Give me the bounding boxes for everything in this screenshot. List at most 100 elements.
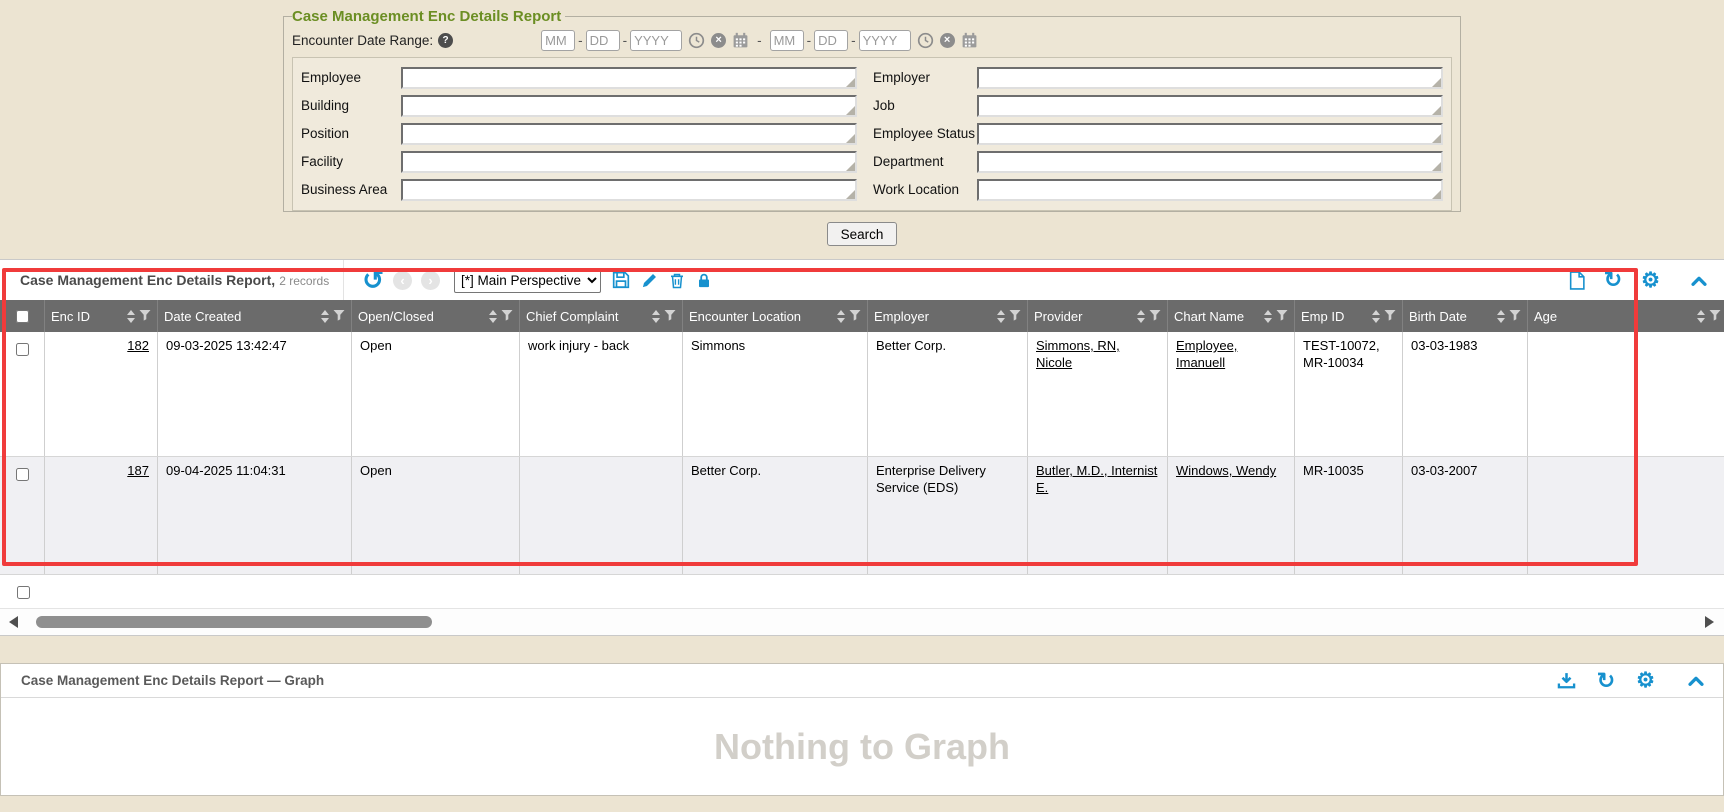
filter-funnel-icon[interactable] [1009,309,1021,324]
table-cell: 03-03-2007 [1403,457,1528,574]
column-header-chief-complaint[interactable]: Chief Complaint [520,300,683,332]
next-perspective-icon[interactable]: › [421,271,440,290]
column-label: Birth Date [1409,309,1491,324]
filter-funnel-icon[interactable] [1509,309,1521,324]
edit-perspective-icon[interactable] [641,272,658,289]
cell-link[interactable]: Simmons, RN, Nicole [1036,338,1120,370]
filter-funnel-icon[interactable] [664,309,676,324]
start-day-input[interactable] [586,30,620,51]
footer-row-checkbox[interactable] [17,586,30,599]
sort-icon[interactable] [127,310,135,323]
position-input[interactable] [401,123,857,145]
delete-perspective-icon[interactable] [669,272,685,289]
end-day-input[interactable] [814,30,848,51]
start-calendar-icon[interactable] [732,32,749,49]
column-header-employer[interactable]: Employer [868,300,1028,332]
cell-link[interactable]: Employee, Imanuell [1176,338,1237,370]
graph-collapse-icon[interactable] [1687,674,1705,687]
end-time-clock-icon[interactable] [917,32,934,49]
export-file-icon[interactable] [1569,271,1585,290]
column-header-open-closed[interactable]: Open/Closed [352,300,520,332]
filter-funnel-icon[interactable] [139,309,151,324]
column-header-encounter-location[interactable]: Encounter Location [683,300,868,332]
select-all-checkbox[interactable] [16,310,29,323]
business-area-input[interactable] [401,179,857,201]
column-header-date-created[interactable]: Date Created [158,300,352,332]
sort-icon[interactable] [1372,310,1380,323]
end-calendar-icon[interactable] [961,32,978,49]
sort-icon[interactable] [489,310,497,323]
facility-input[interactable] [401,151,857,173]
help-icon[interactable]: ? [438,33,453,48]
horizontal-scrollbar[interactable] [0,609,1724,635]
cell-link[interactable]: 187 [127,463,149,478]
employer-input[interactable] [977,67,1443,89]
table-cell: Windows, Wendy [1168,457,1295,574]
graph-refresh-icon[interactable]: ↻ [1597,670,1615,692]
sort-icon[interactable] [997,310,1005,323]
building-input[interactable] [401,95,857,117]
start-time-clock-icon[interactable] [688,32,705,49]
graph-settings-gear-icon[interactable]: ⚙ [1636,670,1655,691]
prev-perspective-icon[interactable]: ‹ [393,271,412,290]
sort-icon[interactable] [1497,310,1505,323]
job-input[interactable] [977,95,1443,117]
table-cell: Better Corp. [683,457,868,574]
row-checkbox[interactable] [16,468,29,481]
column-header-age[interactable]: Age [1528,300,1724,332]
cell-link[interactable]: Windows, Wendy [1176,463,1276,478]
sort-icon[interactable] [321,310,329,323]
x-glyph: × [711,33,726,48]
graph-toolbar: Case Management Enc Details Report — Gra… [1,664,1723,698]
collapse-panel-icon[interactable] [1690,274,1708,287]
start-year-input[interactable] [630,30,682,51]
settings-gear-icon[interactable]: ⚙ [1641,270,1660,291]
end-month-input[interactable] [770,30,804,51]
filter-funnel-icon[interactable] [333,309,345,324]
end-clear-icon[interactable]: × [940,33,955,48]
sort-icon[interactable] [837,310,845,323]
row-checkbox[interactable] [16,343,29,356]
field-input-wrap [401,123,857,145]
field-label-job: Job [873,99,977,113]
scroll-left-arrow-icon[interactable] [9,616,18,628]
scrollbar-thumb[interactable] [36,616,432,628]
save-perspective-icon[interactable] [612,271,630,289]
end-year-input[interactable] [859,30,911,51]
column-header-enc-id[interactable]: Enc ID [45,300,158,332]
column-header-emp-id[interactable]: Emp ID [1295,300,1403,332]
scroll-right-arrow-icon[interactable] [1705,616,1714,628]
department-input[interactable] [977,151,1443,173]
filter-funnel-icon[interactable] [849,309,861,324]
sort-icon[interactable] [1697,310,1705,323]
column-header-birth-date[interactable]: Birth Date [1403,300,1528,332]
work-location-input[interactable] [977,179,1443,201]
column-header-chart-name[interactable]: Chart Name [1168,300,1295,332]
cell-link[interactable]: 182 [127,338,149,353]
sort-icon[interactable] [652,310,660,323]
employee-input[interactable] [401,67,857,89]
lock-perspective-icon[interactable] [696,272,712,289]
field-label-business-area: Business Area [301,183,401,197]
filter-funnel-icon[interactable] [1149,309,1161,324]
sort-icon[interactable] [1137,310,1145,323]
download-icon[interactable] [1557,672,1576,689]
employee-status-input[interactable] [977,123,1443,145]
filter-funnel-icon[interactable] [1276,309,1288,324]
form-field-row-work-location: Work Location [873,176,1443,204]
results-title-text: Case Management Enc Details Report, [20,272,275,288]
filter-funnel-icon[interactable] [501,309,513,324]
filter-funnel-icon[interactable] [1384,309,1396,324]
sort-icon[interactable] [1264,310,1272,323]
refresh-icon[interactable]: ↻ [1604,269,1622,291]
column-header-provider[interactable]: Provider [1028,300,1168,332]
filter-funnel-icon[interactable] [1709,309,1721,324]
field-input-wrap [401,151,857,173]
search-button[interactable]: Search [827,222,898,246]
undo-icon[interactable]: ↺ [362,270,384,290]
start-clear-icon[interactable]: × [711,33,726,48]
perspective-select[interactable]: [*] Main Perspective [454,268,601,293]
cell-link[interactable]: Butler, M.D., Internist E. [1036,463,1157,495]
input-corner-notch [1432,162,1441,171]
start-month-input[interactable] [541,30,575,51]
